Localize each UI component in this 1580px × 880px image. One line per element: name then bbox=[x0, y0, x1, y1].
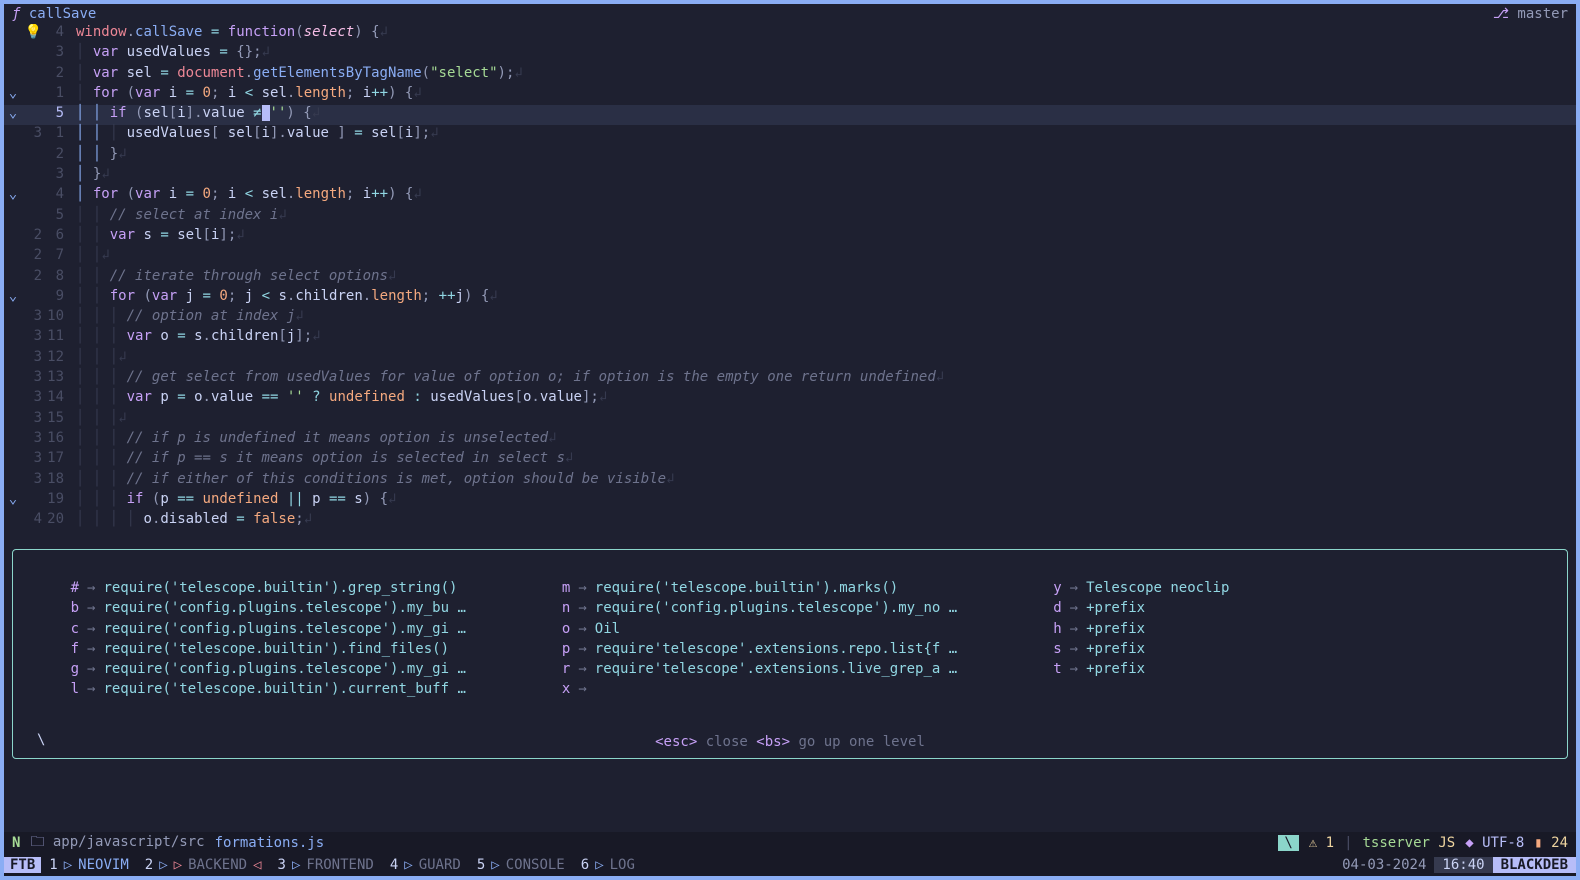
whichkey-item[interactable]: m→require('telescope.builtin').marks() bbox=[554, 580, 1025, 600]
tmux-tabline: FTB 1▷NEOVIM2▷▷BACKEND◁3▷FRONTEND4▷GUARD… bbox=[4, 854, 1576, 876]
fold-icon[interactable]: ⌄ bbox=[4, 186, 22, 206]
winbar: ƒ callSave ⎇ master bbox=[4, 4, 1576, 24]
column-icon: ▮ bbox=[1534, 835, 1542, 851]
whichkey-col-2: m→require('telescope.builtin').marks()n→… bbox=[554, 580, 1025, 702]
whichkey-item[interactable]: x→ bbox=[554, 681, 1025, 701]
mode-indicator: \ bbox=[1278, 835, 1298, 851]
whichkey-item[interactable]: c→require('config.plugins.telescope').my… bbox=[63, 621, 534, 641]
folder-icon: 🗀 bbox=[30, 834, 44, 850]
whichkey-item[interactable]: n→require('config.plugins.telescope').my… bbox=[554, 600, 1025, 620]
whichkey-item[interactable]: o→Oil bbox=[554, 621, 1025, 641]
file-name: formations.js bbox=[215, 835, 325, 851]
branch-icon: ⎇ bbox=[1493, 6, 1509, 22]
git-branch: ⎇ master bbox=[1493, 6, 1568, 22]
code-editor[interactable]: 💡4window.callSave = function(select) {↲ … bbox=[4, 24, 1576, 542]
whichkey-item[interactable]: #→require('telescope.builtin').grep_stri… bbox=[63, 580, 534, 600]
cursor bbox=[262, 105, 270, 121]
column-number: 24 bbox=[1551, 835, 1568, 851]
whichkey-item[interactable]: h→+prefix bbox=[1046, 621, 1517, 641]
statusline: N 🗀 app/javascript/src formations.js \ ⚠… bbox=[4, 832, 1576, 854]
whichkey-item[interactable]: b→require('config.plugins.telescope').my… bbox=[63, 600, 534, 620]
whichkey-item[interactable]: g→require('config.plugins.telescope').my… bbox=[63, 661, 534, 681]
lightbulb-icon[interactable]: 💡 bbox=[22, 24, 46, 44]
lsp-name: tsserver bbox=[1363, 835, 1430, 851]
whichkey-item[interactable]: f→require('telescope.builtin').find_file… bbox=[63, 641, 534, 661]
tmux-window[interactable]: 5▷CONSOLE bbox=[469, 857, 573, 873]
branch-name: master bbox=[1517, 6, 1568, 22]
session-name[interactable]: FTB bbox=[4, 857, 41, 873]
file-path: app/javascript/src bbox=[53, 834, 205, 850]
time: 16:40 bbox=[1434, 857, 1492, 873]
whichkey-item[interactable]: y→Telescope neoclip bbox=[1046, 580, 1517, 600]
current-line[interactable]: ⌄5│ │ if (sel[i].value ≠'') {↲ bbox=[4, 105, 1576, 125]
fold-icon[interactable]: ⌄ bbox=[4, 105, 22, 125]
whichkey-footer: <esc> close <bs> go up one level bbox=[13, 734, 1567, 750]
tmux-window[interactable]: 3▷FRONTEND bbox=[270, 857, 382, 873]
fold-icon[interactable]: ⌄ bbox=[4, 491, 22, 511]
whichkey-col-3: y→Telescope neoclipd→+prefixh→+prefixs→+… bbox=[1046, 580, 1517, 702]
js-icon: JS bbox=[1438, 835, 1455, 851]
tmux-window[interactable]: 4▷GUARD bbox=[382, 857, 469, 873]
whichkey-item[interactable]: t→+prefix bbox=[1046, 661, 1517, 681]
hostname: BLACKDEB bbox=[1493, 857, 1576, 873]
whichkey-item[interactable]: p→require'telescope'.extensions.repo.lis… bbox=[554, 641, 1025, 661]
date: 04-03-2024 bbox=[1334, 857, 1434, 873]
fold-icon[interactable]: ⌄ bbox=[4, 85, 22, 105]
encoding-icon: ◆ bbox=[1465, 835, 1473, 851]
tmux-window[interactable]: 1▷NEOVIM bbox=[41, 857, 136, 873]
fold-icon[interactable]: ⌄ bbox=[4, 288, 22, 308]
diagnostic-icon: ⚠ bbox=[1309, 835, 1317, 851]
context-function: ƒ callSave bbox=[12, 6, 96, 22]
tmux-window[interactable]: 6▷LOG bbox=[573, 857, 643, 873]
tmux-window[interactable]: 2▷▷BACKEND◁ bbox=[137, 857, 270, 873]
whichkey-item[interactable]: l→require('telescope.builtin').current_b… bbox=[63, 681, 534, 701]
function-icon: ƒ bbox=[12, 6, 20, 22]
whichkey-item[interactable]: s→+prefix bbox=[1046, 641, 1517, 661]
whichkey-col-1: #→require('telescope.builtin').grep_stri… bbox=[63, 580, 534, 702]
encoding: UTF-8 bbox=[1482, 835, 1524, 851]
whichkey-popup: #→require('telescope.builtin').grep_stri… bbox=[12, 549, 1568, 759]
neovim-icon: N bbox=[12, 835, 20, 851]
whichkey-item[interactable]: d→+prefix bbox=[1046, 600, 1517, 620]
whichkey-item[interactable]: r→require'telescope'.extensions.live_gre… bbox=[554, 661, 1025, 681]
function-name: callSave bbox=[29, 6, 96, 22]
